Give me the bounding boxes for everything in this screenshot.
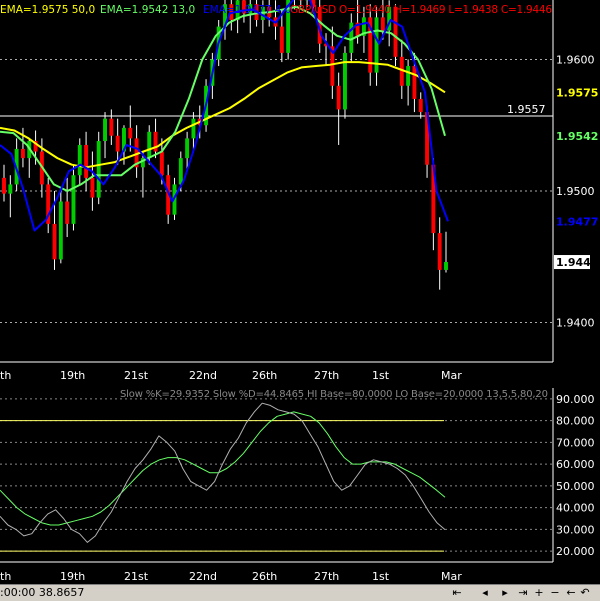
stoch-x-tick-label: 1st: [372, 570, 390, 583]
ema50-readout: EMA=1.9575 50,0: [0, 4, 95, 16]
candle-body: [97, 141, 101, 198]
price-x-tick-label: 22nd: [189, 369, 217, 382]
price-x-tick-label: 19th: [60, 369, 85, 382]
stoch-slow-k-line: [0, 403, 445, 542]
price-marker-label: 1.9542: [556, 130, 598, 143]
price-tick-label: 1.9500: [556, 185, 595, 198]
stoch-x-tick-label: 21st: [124, 570, 149, 583]
candle-body: [337, 86, 341, 110]
candle-body: [103, 119, 107, 141]
candle-body: [381, 17, 385, 30]
nav-last-button[interactable]: ⇥: [516, 586, 530, 599]
stoch-x-tick-label: th: [0, 570, 11, 583]
stoch-tick-label: 60.000: [556, 458, 595, 471]
candle-body: [21, 149, 25, 158]
stoch-tick-label: 30.000: [556, 523, 595, 536]
candle-body: [160, 152, 164, 176]
stoch-x-tick-label: 19th: [60, 570, 85, 583]
ema4-readout: EMA=1.9477 4,0: [203, 4, 291, 16]
price-x-tick-label: th: [0, 369, 11, 382]
stoch-readout: Slow %K=29.9352 Slow %D=44.8465 HI Base=…: [120, 389, 548, 400]
undo-icon[interactable]: ↶: [578, 586, 592, 599]
candle-body: [90, 178, 94, 198]
stoch-x-tick-label: Mar: [441, 570, 462, 583]
candle-body: [128, 128, 132, 139]
stoch-x-tick-label: 26th: [252, 570, 277, 583]
quote-readout: GBP/USD O=1.9440 H=1.9469 L=1.9438 C=1.9…: [290, 4, 552, 16]
scroll-left-button[interactable]: ←: [564, 586, 578, 599]
price-x-tick-label: 27th: [314, 369, 339, 382]
ema13-readout: EMA=1.9542 13,0: [100, 4, 195, 16]
nav-prev-button[interactable]: ◂: [478, 586, 492, 599]
candle-body: [191, 119, 195, 139]
chart-canvas: 1.9400 1.9500 1.9600 1.9557 1.9575 1.9542 1.94…: [0, 0, 600, 600]
candle-body: [65, 202, 69, 224]
candle-body: [280, 27, 284, 53]
reference-hline-label: 1.9557: [507, 103, 546, 116]
price-x-tick-label: 1st: [372, 369, 390, 382]
candle-body: [53, 224, 57, 260]
price-x-tick-label: 26th: [252, 369, 277, 382]
stoch-tick-label: 90.000: [556, 393, 595, 406]
price-marker-label: 1.9477: [556, 215, 598, 228]
candle-body: [438, 233, 442, 270]
status-readout: :00:00 38.8657: [0, 586, 84, 599]
candle-body: [444, 262, 448, 270]
candle-body: [412, 66, 416, 99]
price-marker-label: 1.9575: [556, 86, 598, 99]
stoch-x-tick-label: 22nd: [189, 570, 217, 583]
stoch-tick-label: 80.000: [556, 415, 595, 428]
nav-next-button[interactable]: ▸: [498, 586, 512, 599]
stoch-tick-label: 70.000: [556, 436, 595, 449]
candle-body: [109, 119, 113, 136]
candle-body: [147, 132, 151, 158]
price-x-tick-label: 21st: [124, 369, 149, 382]
zoom-out-button[interactable]: −: [548, 586, 562, 599]
nav-first-button[interactable]: ⇤: [450, 586, 464, 599]
price-tick-label: 1.9400: [556, 317, 595, 330]
stoch-tick-label: 20.000: [556, 545, 595, 558]
price-x-tick-label: Mar: [441, 369, 462, 382]
candle-body: [406, 66, 410, 86]
candle-body: [71, 175, 75, 224]
status-bar: :00:00 38.8657 ⇤ ◂ ▸ ⇥ + − ← ↶: [0, 584, 600, 601]
price-marker-label: 1.9446: [556, 256, 599, 269]
price-tick-label: 1.9600: [556, 53, 595, 66]
stoch-x-tick-label: 27th: [314, 570, 339, 583]
candle-body: [84, 145, 88, 178]
candle-body: [2, 178, 6, 194]
candle-body: [78, 145, 82, 175]
candle-body: [8, 184, 12, 193]
candle-body: [179, 158, 183, 184]
zoom-in-button[interactable]: +: [532, 586, 546, 599]
candle-body: [185, 138, 189, 158]
stoch-tick-label: 40.000: [556, 502, 595, 515]
candle-body: [419, 99, 423, 112]
candle-body: [116, 136, 120, 152]
candle-body: [59, 202, 63, 260]
ema50-line: [0, 62, 445, 167]
stoch-tick-label: 50.000: [556, 480, 595, 493]
